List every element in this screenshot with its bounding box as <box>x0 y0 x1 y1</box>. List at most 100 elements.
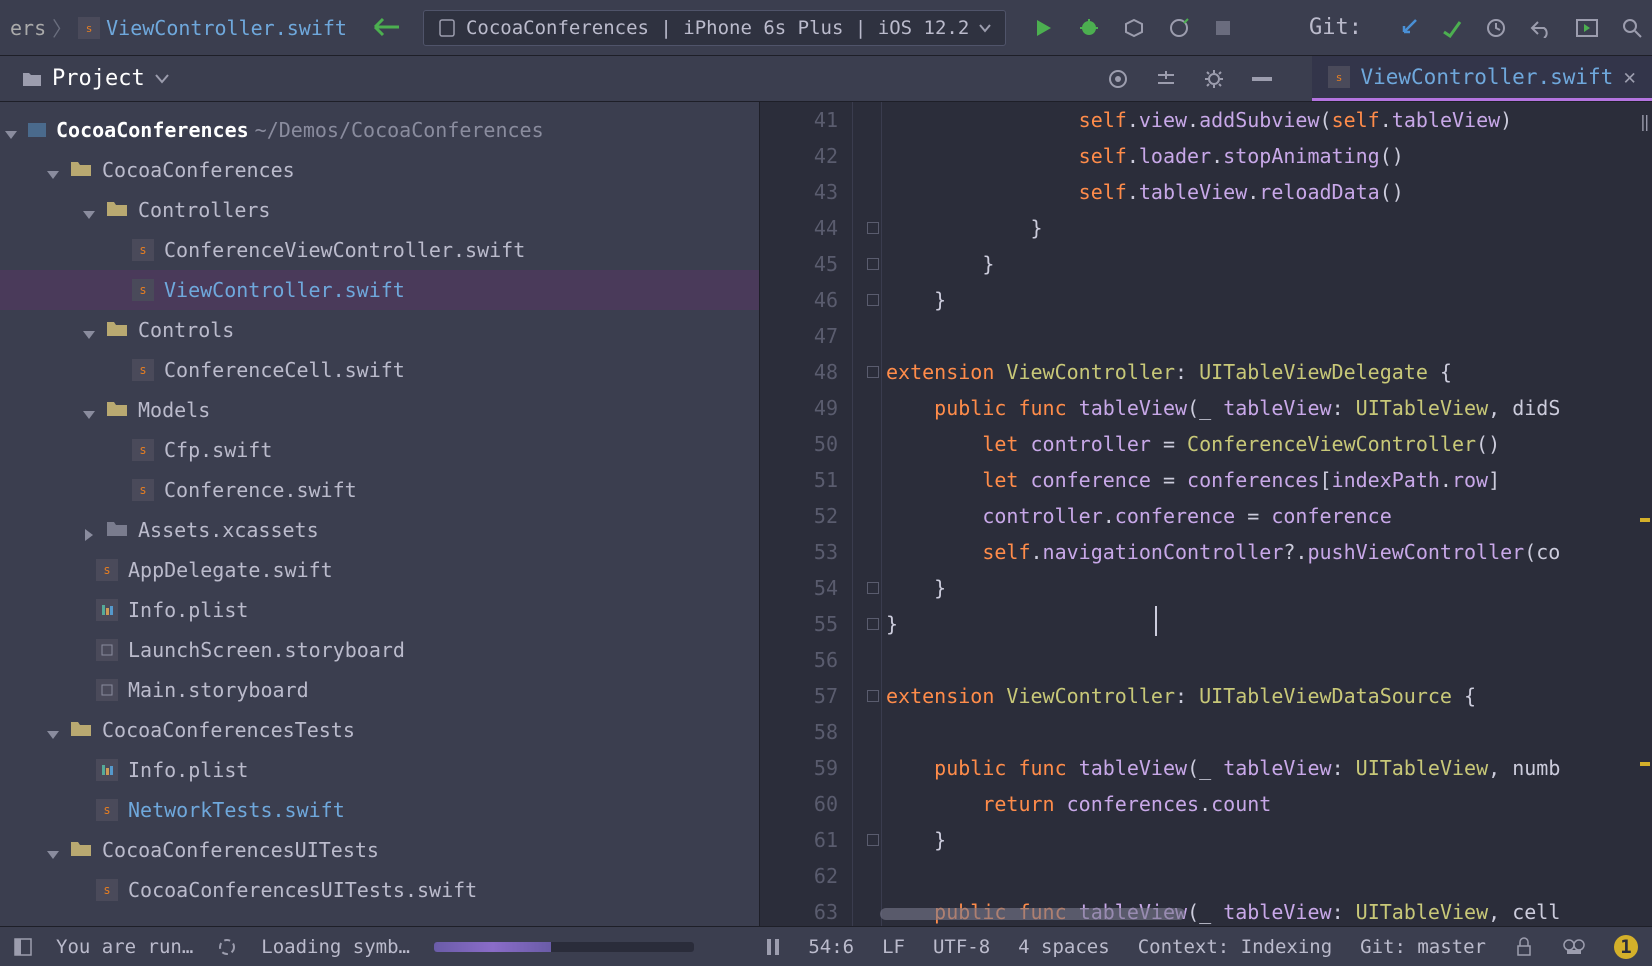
coverage-icon[interactable] <box>1124 18 1144 38</box>
fold-marker[interactable] <box>867 834 879 846</box>
commit-icon[interactable] <box>1442 18 1462 38</box>
code-line[interactable]: public func tableView(_ tableView: UITab… <box>886 390 1652 426</box>
run-icon[interactable] <box>1034 18 1054 38</box>
code-area[interactable]: self.view.addSubview(self.tableView) sel… <box>882 102 1652 926</box>
tree-item[interactable]: Controllers <box>0 190 759 230</box>
project-dropdown[interactable]: Project <box>0 66 169 91</box>
tree-item[interactable]: Controls <box>0 310 759 350</box>
history-icon[interactable] <box>1486 18 1506 38</box>
editor-tab[interactable]: s ViewController.swift ✕ <box>1312 56 1652 101</box>
context-status[interactable]: Context: Indexing <box>1138 936 1332 958</box>
search-icon[interactable] <box>1622 18 1642 38</box>
code-line[interactable]: self.navigationController?.pushViewContr… <box>886 534 1652 570</box>
line-number[interactable]: 44 <box>760 210 838 246</box>
code-line[interactable]: } <box>886 282 1652 318</box>
tree-item[interactable]: CocoaConferencesUITests <box>0 830 759 870</box>
line-number[interactable]: 48 <box>760 354 838 390</box>
tree-expand-icon[interactable] <box>46 843 60 857</box>
tool-window-toggle-icon[interactable] <box>14 938 32 956</box>
cursor-position[interactable]: 54:6 <box>808 936 854 958</box>
tree-item[interactable]: LaunchScreen.storyboard <box>0 630 759 670</box>
breadcrumb-filename[interactable]: ViewController.swift <box>106 16 347 40</box>
tree-item[interactable]: CocoaConferencesTests <box>0 710 759 750</box>
stop-icon[interactable] <box>1214 19 1232 37</box>
code-line[interactable]: return conferences.count <box>886 786 1652 822</box>
line-number[interactable]: 45 <box>760 246 838 282</box>
line-number[interactable]: 46 <box>760 282 838 318</box>
rollback-icon[interactable] <box>1530 18 1552 38</box>
code-line[interactable]: let controller = ConferenceViewControlle… <box>886 426 1652 462</box>
indent-setting[interactable]: 4 spaces <box>1018 936 1110 958</box>
fold-gutter[interactable] <box>852 102 882 926</box>
code-line[interactable] <box>886 318 1652 354</box>
line-number[interactable]: 57 <box>760 678 838 714</box>
code-line[interactable]: } <box>886 246 1652 282</box>
line-number[interactable]: 47 <box>760 318 838 354</box>
code-line[interactable]: controller.conference = conference <box>886 498 1652 534</box>
collapse-all-icon[interactable] <box>1156 69 1176 89</box>
line-number[interactable]: 61 <box>760 822 838 858</box>
tree-item[interactable]: sConferenceCell.swift <box>0 350 759 390</box>
update-icon[interactable] <box>1398 18 1418 38</box>
code-line[interactable]: self.view.addSubview(self.tableView) <box>886 102 1652 138</box>
tree-item[interactable]: Info.plist <box>0 750 759 790</box>
lock-icon[interactable] <box>1514 937 1534 957</box>
line-number[interactable]: 43 <box>760 174 838 210</box>
tree-expand-icon[interactable] <box>4 123 18 137</box>
fold-marker[interactable] <box>867 258 879 270</box>
line-ending[interactable]: LF <box>882 936 905 958</box>
line-number[interactable]: 42 <box>760 138 838 174</box>
tree-item[interactable]: Info.plist <box>0 590 759 630</box>
close-tab-icon[interactable]: ✕ <box>1623 65 1636 89</box>
tree-item[interactable]: Assets.xcassets <box>0 510 759 550</box>
line-number[interactable]: 50 <box>760 426 838 462</box>
settings-icon[interactable] <box>1204 69 1224 89</box>
editor-markers[interactable]: ‖ <box>1636 102 1652 926</box>
scrollbar-thumb[interactable] <box>880 908 1185 920</box>
line-number[interactable]: 53 <box>760 534 838 570</box>
encoding[interactable]: UTF-8 <box>933 936 990 958</box>
code-line[interactable]: extension ViewController: UITableViewDat… <box>886 678 1652 714</box>
line-number-gutter[interactable]: 4142434445464748495051525354555657585960… <box>760 102 852 926</box>
line-number[interactable]: 58 <box>760 714 838 750</box>
tree-item[interactable]: sNetworkTests.swift <box>0 790 759 830</box>
code-line[interactable] <box>886 714 1652 750</box>
tree-item[interactable]: Models <box>0 390 759 430</box>
line-number[interactable]: 54 <box>760 570 838 606</box>
tree-expand-icon[interactable] <box>82 403 96 417</box>
code-editor[interactable]: 4142434445464748495051525354555657585960… <box>760 102 1652 926</box>
tree-item[interactable]: sConferenceViewController.swift <box>0 230 759 270</box>
debug-icon[interactable] <box>1078 17 1100 39</box>
code-line[interactable]: } <box>886 606 1652 642</box>
minimap-icon[interactable]: ‖ <box>1640 112 1650 122</box>
line-number[interactable]: 63 <box>760 894 838 926</box>
inspector-icon[interactable] <box>1562 937 1586 957</box>
back-arrow-icon[interactable] <box>371 11 399 44</box>
tree-expand-icon[interactable] <box>82 323 96 337</box>
fold-marker[interactable] <box>867 690 879 702</box>
line-number[interactable]: 60 <box>760 786 838 822</box>
line-number[interactable]: 55 <box>760 606 838 642</box>
tree-item[interactable]: Main.storyboard <box>0 670 759 710</box>
tree-root[interactable]: CocoaConferences ~/Demos/CocoaConference… <box>0 110 759 150</box>
warning-badge[interactable]: 1 <box>1614 935 1638 959</box>
tree-item[interactable]: sCfp.swift <box>0 430 759 470</box>
tree-expand-icon[interactable] <box>82 523 96 537</box>
code-line[interactable] <box>886 858 1652 894</box>
pause-icon[interactable] <box>766 938 780 956</box>
profile-icon[interactable] <box>1168 17 1190 39</box>
code-line[interactable]: } <box>886 210 1652 246</box>
tree-item[interactable]: sAppDelegate.swift <box>0 550 759 590</box>
code-line[interactable]: } <box>886 570 1652 606</box>
fold-marker[interactable] <box>867 222 879 234</box>
code-line[interactable]: self.loader.stopAnimating() <box>886 138 1652 174</box>
select-opened-file-icon[interactable] <box>1108 69 1128 89</box>
code-line[interactable]: } <box>886 822 1652 858</box>
fold-marker[interactable] <box>867 582 879 594</box>
tree-expand-icon[interactable] <box>46 163 60 177</box>
line-number[interactable]: 52 <box>760 498 838 534</box>
tree-expand-icon[interactable] <box>46 723 60 737</box>
tree-expand-icon[interactable] <box>82 203 96 217</box>
run-config-icon[interactable] <box>1576 19 1598 37</box>
code-line[interactable]: let conference = conferences[indexPath.r… <box>886 462 1652 498</box>
